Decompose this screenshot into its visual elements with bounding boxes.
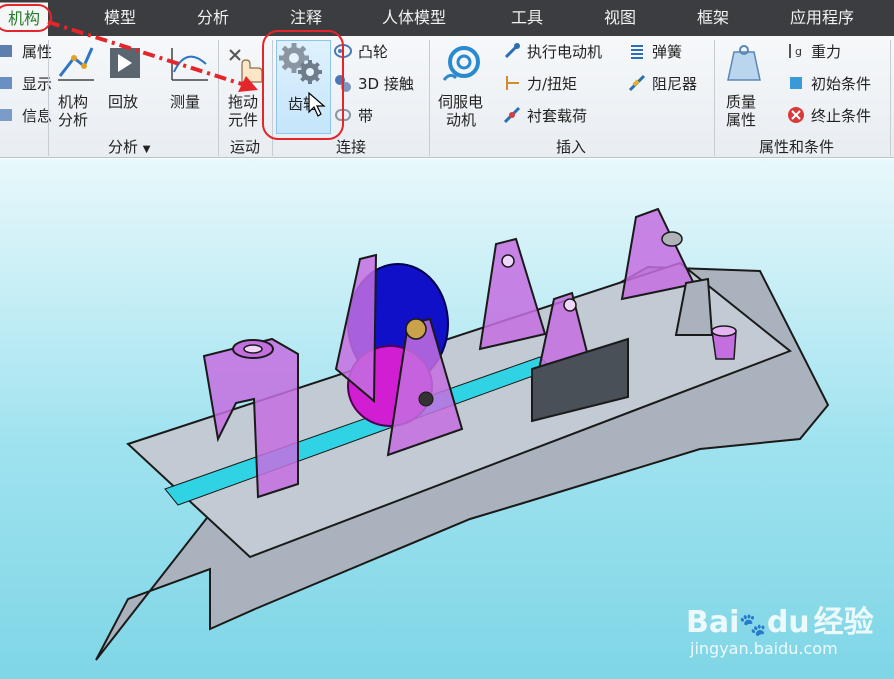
motion-group-label: 运动 [230, 138, 261, 156]
servo-motor-icon [442, 46, 480, 81]
connect-group-label: 连接 [336, 138, 367, 156]
insert-group-label: 插入 [556, 138, 587, 156]
group-separator [218, 40, 219, 156]
tab-framework[interactable]: 框架 [697, 0, 729, 36]
mechanism-analysis-button[interactable]: 机构 分析 [54, 42, 98, 129]
damper-button[interactable]: 阻尼器 [628, 72, 697, 94]
3d-viewport[interactable]: Bai🐾du 经验 jingyan.baidu.com [0, 159, 894, 679]
info-button[interactable]: 信息 [0, 104, 52, 126]
group-separator [48, 40, 49, 156]
bushing-load-icon [503, 106, 521, 124]
spring-button[interactable]: 弹簧 [628, 40, 682, 62]
tab-manikin[interactable]: 人体模型 [382, 0, 446, 36]
stop-icon [787, 106, 805, 124]
group-separator [429, 40, 430, 156]
properties-icon [0, 42, 16, 60]
force-torque-button[interactable]: 力/扭矩 [503, 72, 577, 94]
tab-analysis[interactable]: 分析 [197, 0, 229, 36]
baidu-logo: Bai🐾du 经验 [686, 605, 874, 640]
properties-button[interactable]: 属性 [0, 40, 52, 62]
props-group-label: 属性和条件 [759, 138, 835, 156]
force-torque-icon [503, 74, 521, 92]
group-separator [714, 40, 715, 156]
bushing-load-button[interactable]: 衬套载荷 [503, 104, 587, 126]
group-separator [890, 40, 891, 156]
termination-conditions-button[interactable]: 终止条件 [787, 104, 871, 126]
display-button[interactable]: 显示 [0, 72, 52, 94]
watermark-url: jingyan.baidu.com [690, 639, 838, 658]
damper-icon [628, 74, 646, 92]
tab-tools[interactable]: 工具 [511, 0, 543, 36]
gravity-button[interactable]: g 重力 [787, 40, 841, 62]
mass-properties-button[interactable]: 质量 属性 [722, 42, 766, 129]
analysis-group-label[interactable]: 分析 ▼ [108, 136, 151, 157]
svg-text:g: g [795, 45, 802, 58]
playback-icon [110, 48, 140, 78]
gravity-icon: g [787, 42, 805, 60]
tab-model[interactable]: 模型 [104, 0, 136, 36]
info-icon [0, 106, 16, 124]
tab-applications[interactable]: 应用程序 [790, 0, 854, 36]
mechanism-analysis-icon [58, 47, 94, 81]
servo-motor-button[interactable]: 伺服电 动机 [436, 42, 492, 129]
chevron-down-icon: ▼ [142, 144, 151, 155]
force-motor-button[interactable]: 执行电动机 [503, 40, 602, 62]
display-icon [0, 74, 16, 92]
measure-icon [171, 48, 208, 81]
initial-conditions-icon [787, 74, 805, 92]
contact-3d-button[interactable]: 3D 接触 [334, 72, 414, 94]
paw-icon: 🐾 [739, 613, 767, 638]
ribbon-panel: 属性 显示 信息 机构 分析 回放 测量 分析 ▼ 拖动 元件 运动 齿轮 凸轮… [0, 36, 894, 158]
tab-highlight-circle [0, 4, 52, 32]
mass-properties-icon [727, 45, 761, 81]
ribbon-tab-bar: 机构 模型 分析 注释 人体模型 工具 视图 框架 应用程序 [0, 0, 894, 36]
spring-icon [628, 42, 646, 60]
playback-button[interactable]: 回放 [106, 42, 150, 128]
force-motor-icon [503, 42, 521, 60]
measure-button[interactable]: 测量 [168, 42, 212, 128]
initial-conditions-button[interactable]: 初始条件 [787, 72, 871, 94]
tab-view[interactable]: 视图 [604, 0, 636, 36]
gears-highlight-circle [262, 30, 344, 140]
